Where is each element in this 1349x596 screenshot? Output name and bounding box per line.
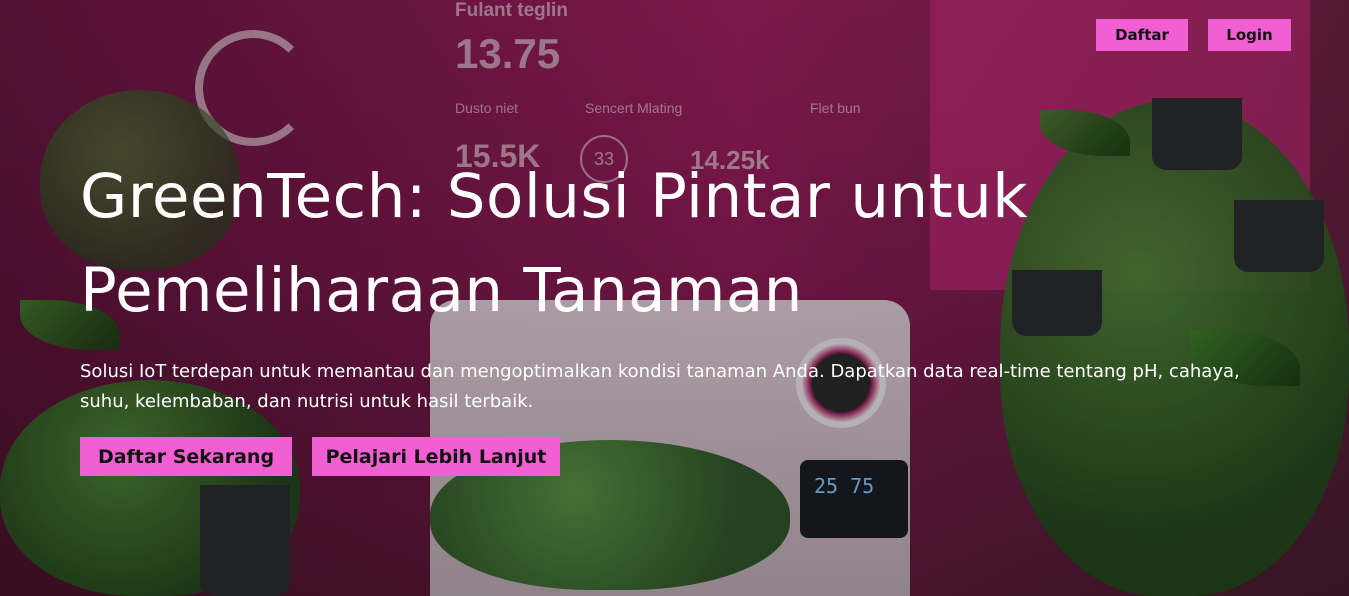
hero-title: GreenTech: Solusi Pintar untuk Pemelihar…	[80, 150, 1080, 338]
register-button[interactable]: Daftar	[1096, 19, 1188, 51]
login-button[interactable]: Login	[1208, 19, 1291, 51]
hero-title-line1: GreenTech: Solusi Pintar untuk	[80, 161, 1029, 232]
hero-title-line2: Pemeliharaan Tanaman	[80, 255, 803, 326]
register-now-button[interactable]: Daftar Sekarang	[80, 437, 292, 476]
hero-description: Solusi IoT terdepan untuk memantau dan m…	[80, 361, 1240, 412]
learn-more-button[interactable]: Pelajari Lebih Lanjut	[312, 437, 560, 476]
